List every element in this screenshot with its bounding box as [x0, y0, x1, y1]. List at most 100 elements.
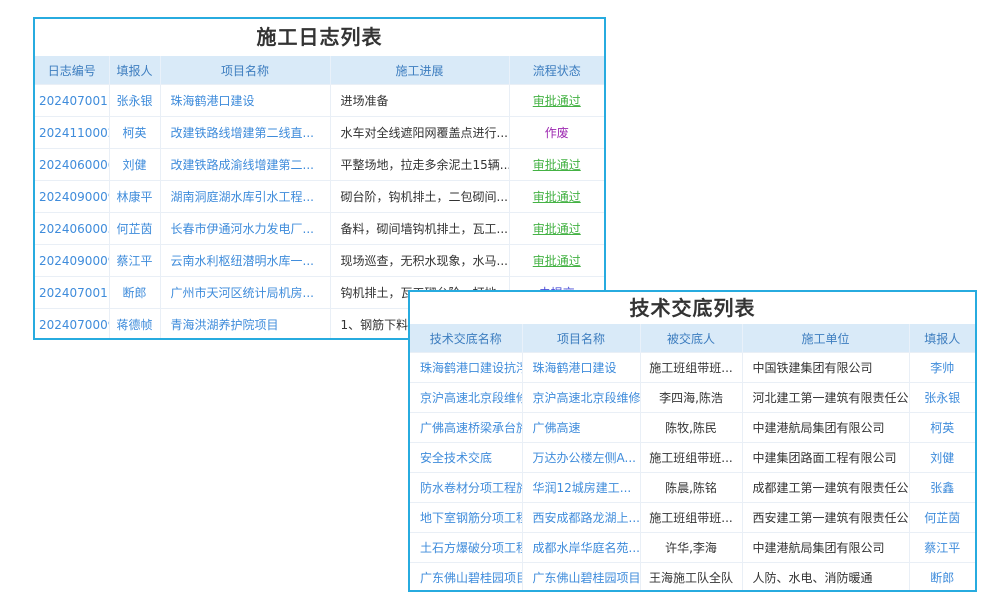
construction-log-cell-0[interactable]: 2024070009: [35, 309, 109, 341]
construction-log-cell-3: 砌台阶，钩机排土，二包砌间...: [330, 181, 509, 213]
construction-log-cell-0[interactable]: 2024060006: [35, 149, 109, 181]
construction-log-cell-status[interactable]: 审批通过: [509, 149, 604, 181]
construction-log-column-header: 填报人: [109, 56, 160, 85]
tech-disclosure-cell-3: 中建港航局集团有限公司: [742, 533, 909, 563]
tech-disclosure-row: 珠海鹤港口建设抗浮...珠海鹤港口建设施工班组带班...中国铁建集团有限公司李帅: [410, 353, 975, 383]
tech-disclosure-cell-0[interactable]: 珠海鹤港口建设抗浮...: [410, 353, 522, 383]
tech-disclosure-column-header: 被交底人: [640, 324, 742, 353]
construction-log-column-header: 日志编号: [35, 56, 109, 85]
tech-disclosure-cell-4[interactable]: 李帅: [909, 353, 975, 383]
tech-disclosure-cell-1[interactable]: 珠海鹤港口建设: [522, 353, 640, 383]
construction-log-cell-3: 备料，砌间墙钩机排土，瓦工...: [330, 213, 509, 245]
construction-log-title: 施工日志列表: [35, 19, 604, 56]
construction-log-cell-0[interactable]: 2024060005: [35, 213, 109, 245]
tech-disclosure-cell-1[interactable]: 京沪高速北京段维修: [522, 383, 640, 413]
construction-log-column-header: 施工进展: [330, 56, 509, 85]
construction-log-cell-0[interactable]: 2024070011: [35, 85, 109, 117]
tech-disclosure-cell-1[interactable]: 广东佛山碧桂园项目: [522, 563, 640, 593]
tech-disclosure-cell-3: 中建港航局集团有限公司: [742, 413, 909, 443]
construction-log-cell-1[interactable]: 蒋德帧: [109, 309, 160, 341]
tech-disclosure-cell-3: 中国铁建集团有限公司: [742, 353, 909, 383]
construction-log-cell-2[interactable]: 青海洪湖养护院项目: [160, 309, 330, 341]
construction-log-cell-2[interactable]: 改建铁路线增建第二线直...: [160, 117, 330, 149]
tech-disclosure-cell-0[interactable]: 广东佛山碧桂园项目...: [410, 563, 522, 593]
tech-disclosure-cell-1[interactable]: 西安成都路龙湖上...: [522, 503, 640, 533]
tech-disclosure-row: 土石方爆破分项工程...成都水岸华庭名苑...许华,李海中建港航局集团有限公司蔡…: [410, 533, 975, 563]
construction-log-cell-3: 现场巡查，无积水现象，水马...: [330, 245, 509, 277]
construction-log-cell-0[interactable]: 2024090009: [35, 181, 109, 213]
construction-log-cell-2[interactable]: 改建铁路成渝线增建第二...: [160, 149, 330, 181]
tech-disclosure-cell-1[interactable]: 成都水岸华庭名苑...: [522, 533, 640, 563]
tech-disclosure-row: 地下室钢筋分项工程...西安成都路龙湖上...施工班组带班...西安建工第一建筑…: [410, 503, 975, 533]
construction-log-cell-status[interactable]: 作废: [509, 117, 604, 149]
construction-log-row: 2024090009林康平湖南洞庭湖水库引水工程...砌台阶，钩机排土，二包砌间…: [35, 181, 604, 213]
construction-log-cell-0[interactable]: 2024110002: [35, 117, 109, 149]
construction-log-cell-3: 水车对全线遮阳网覆盖点进行...: [330, 117, 509, 149]
construction-log-cell-0[interactable]: 2024090009: [35, 245, 109, 277]
construction-log-cell-1[interactable]: 张永银: [109, 85, 160, 117]
tech-disclosure-cell-4[interactable]: 蔡江平: [909, 533, 975, 563]
tech-disclosure-cell-2: 许华,李海: [640, 533, 742, 563]
tech-disclosure-cell-1[interactable]: 华润12城房建工...: [522, 473, 640, 503]
construction-log-cell-3: 进场准备: [330, 85, 509, 117]
construction-log-cell-1[interactable]: 断郎: [109, 277, 160, 309]
construction-log-cell-1[interactable]: 刘健: [109, 149, 160, 181]
construction-log-cell-2[interactable]: 湖南洞庭湖水库引水工程...: [160, 181, 330, 213]
construction-log-cell-1[interactable]: 林康平: [109, 181, 160, 213]
tech-disclosure-cell-4[interactable]: 柯英: [909, 413, 975, 443]
tech-disclosure-cell-0[interactable]: 土石方爆破分项工程...: [410, 533, 522, 563]
construction-log-row: 2024090009蔡江平云南水利枢纽潜明水库一...现场巡查，无积水现象，水马…: [35, 245, 604, 277]
tech-disclosure-column-header: 施工单位: [742, 324, 909, 353]
tech-disclosure-cell-4[interactable]: 张永银: [909, 383, 975, 413]
construction-log-cell-2[interactable]: 珠海鹤港口建设: [160, 85, 330, 117]
page-background: 施工日志列表 日志编号填报人项目名称施工进展流程状态2024070011张永银珠…: [0, 0, 1000, 600]
construction-log-cell-1[interactable]: 何芷茵: [109, 213, 160, 245]
construction-log-column-header: 流程状态: [509, 56, 604, 85]
tech-disclosure-column-header: 技术交底名称: [410, 324, 522, 353]
construction-log-header-row: 日志编号填报人项目名称施工进展流程状态: [35, 56, 604, 85]
tech-disclosure-cell-2: 王海施工队全队: [640, 563, 742, 593]
tech-disclosure-cell-0[interactable]: 安全技术交底: [410, 443, 522, 473]
tech-disclosure-cell-4[interactable]: 何芷茵: [909, 503, 975, 533]
construction-log-cell-0[interactable]: 2024070011: [35, 277, 109, 309]
tech-disclosure-cell-2: 李四海,陈浩: [640, 383, 742, 413]
tech-disclosure-row: 广佛高速桥梁承台施...广佛高速陈牧,陈民中建港航局集团有限公司柯英: [410, 413, 975, 443]
construction-log-row: 2024060006刘健改建铁路成渝线增建第二...平整场地，拉走多余泥土15辆…: [35, 149, 604, 181]
tech-disclosure-cell-2: 陈牧,陈民: [640, 413, 742, 443]
tech-disclosure-row: 安全技术交底万达办公楼左侧A...施工班组带班...中建集团路面工程有限公司刘健: [410, 443, 975, 473]
tech-disclosure-cell-2: 施工班组带班...: [640, 503, 742, 533]
construction-log-cell-2[interactable]: 长春市伊通河水力发电厂...: [160, 213, 330, 245]
tech-disclosure-cell-2: 施工班组带班...: [640, 353, 742, 383]
tech-disclosure-cell-4[interactable]: 刘健: [909, 443, 975, 473]
tech-disclosure-cell-0[interactable]: 防水卷材分项工程施...: [410, 473, 522, 503]
tech-disclosure-table-container: 技术交底名称项目名称被交底人施工单位填报人珠海鹤港口建设抗浮...珠海鹤港口建设…: [410, 324, 975, 592]
tech-disclosure-row: 京沪高速北京段维修...京沪高速北京段维修李四海,陈浩河北建工第一建筑有限责任公…: [410, 383, 975, 413]
tech-disclosure-cell-0[interactable]: 京沪高速北京段维修...: [410, 383, 522, 413]
tech-disclosure-cell-3: 人防、水电、消防暖通: [742, 563, 909, 593]
tech-disclosure-cell-0[interactable]: 广佛高速桥梁承台施...: [410, 413, 522, 443]
construction-log-column-header: 项目名称: [160, 56, 330, 85]
construction-log-cell-status[interactable]: 审批通过: [509, 245, 604, 277]
tech-disclosure-cell-1[interactable]: 万达办公楼左侧A...: [522, 443, 640, 473]
tech-disclosure-cell-1[interactable]: 广佛高速: [522, 413, 640, 443]
construction-log-row: 2024110002柯英改建铁路线增建第二线直...水车对全线遮阳网覆盖点进行.…: [35, 117, 604, 149]
tech-disclosure-cell-2: 施工班组带班...: [640, 443, 742, 473]
construction-log-cell-status[interactable]: 审批通过: [509, 181, 604, 213]
tech-disclosure-cell-3: 西安建工第一建筑有限责任公司: [742, 503, 909, 533]
tech-disclosure-row: 广东佛山碧桂园项目...广东佛山碧桂园项目王海施工队全队人防、水电、消防暖通断郎: [410, 563, 975, 593]
tech-disclosure-row: 防水卷材分项工程施...华润12城房建工...陈晨,陈铭成都建工第一建筑有限责任…: [410, 473, 975, 503]
tech-disclosure-column-header: 项目名称: [522, 324, 640, 353]
construction-log-cell-status[interactable]: 审批通过: [509, 85, 604, 117]
construction-log-cell-1[interactable]: 蔡江平: [109, 245, 160, 277]
tech-disclosure-cell-4[interactable]: 张鑫: [909, 473, 975, 503]
construction-log-cell-1[interactable]: 柯英: [109, 117, 160, 149]
construction-log-cell-2[interactable]: 广州市天河区统计局机房...: [160, 277, 330, 309]
construction-log-row: 2024060005何芷茵长春市伊通河水力发电厂...备料，砌间墙钩机排土，瓦工…: [35, 213, 604, 245]
construction-log-cell-status[interactable]: 审批通过: [509, 213, 604, 245]
tech-disclosure-cell-3: 成都建工第一建筑有限责任公司: [742, 473, 909, 503]
tech-disclosure-header-row: 技术交底名称项目名称被交底人施工单位填报人: [410, 324, 975, 353]
tech-disclosure-cell-0[interactable]: 地下室钢筋分项工程...: [410, 503, 522, 533]
tech-disclosure-column-header: 填报人: [909, 324, 975, 353]
construction-log-cell-2[interactable]: 云南水利枢纽潜明水库一...: [160, 245, 330, 277]
tech-disclosure-cell-4[interactable]: 断郎: [909, 563, 975, 593]
